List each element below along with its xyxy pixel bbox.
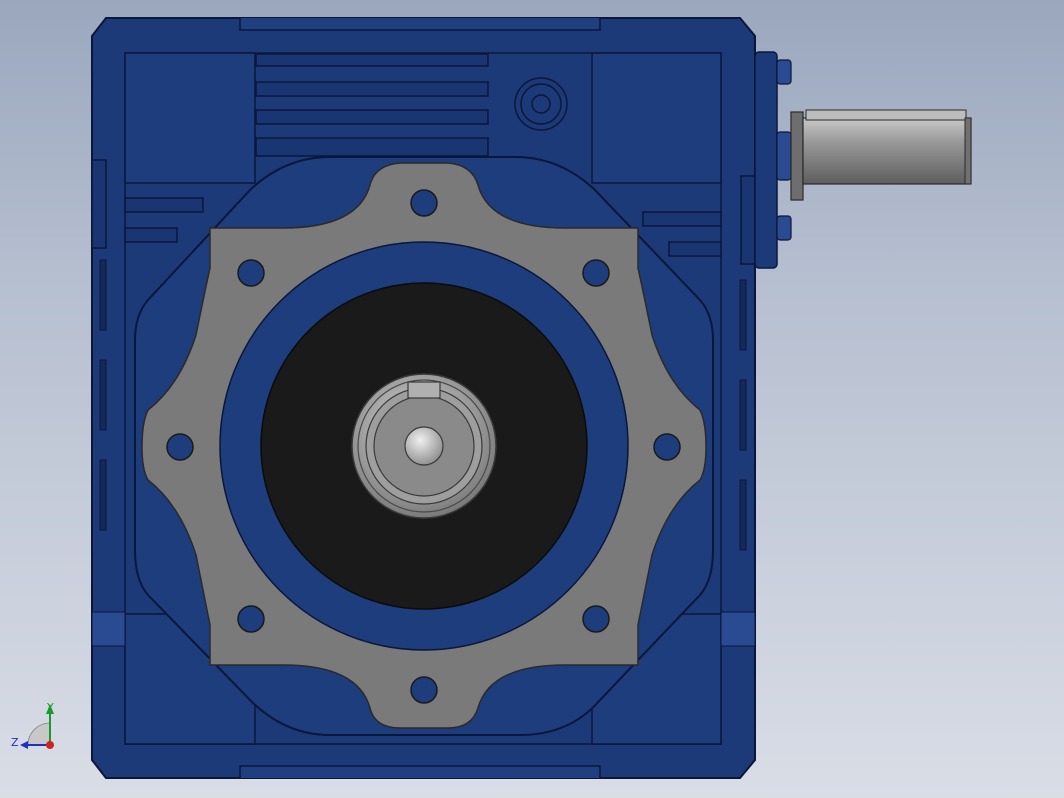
- output-hub: [351, 373, 497, 519]
- input-shaft: [802, 117, 972, 185]
- input-shaft-assembly: [754, 51, 972, 269]
- y-axis-label: Y: [46, 701, 54, 714]
- gearbox-model[interactable]: Y Z: [0, 0, 1064, 798]
- graphics-viewport[interactable]: Y Z: [0, 0, 1064, 798]
- coordinate-triad: Y Z: [11, 701, 54, 749]
- z-axis-label: Z: [11, 736, 19, 749]
